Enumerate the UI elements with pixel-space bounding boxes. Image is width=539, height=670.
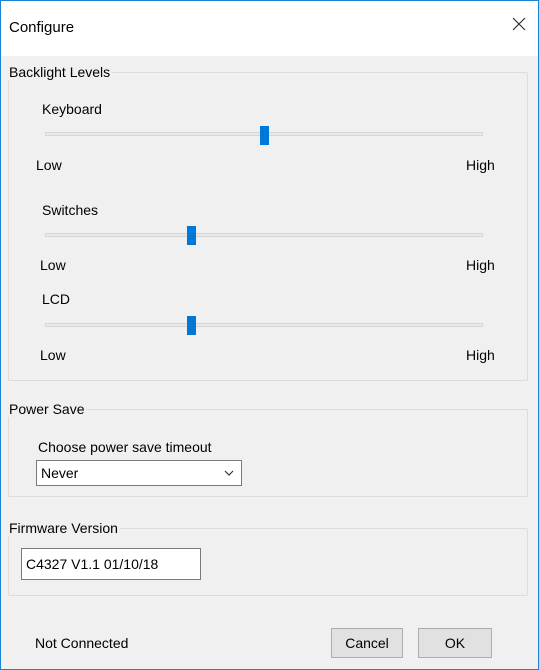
power-save-timeout-select[interactable]: Never bbox=[36, 460, 242, 486]
firmware-version-label: Firmware Version bbox=[7, 520, 120, 536]
lcd-high-label: High bbox=[466, 347, 495, 363]
title-bar: Configure bbox=[1, 1, 538, 56]
backlight-levels-label: Backlight Levels bbox=[7, 64, 113, 80]
keyboard-slider-thumb[interactable] bbox=[259, 126, 269, 145]
configure-dialog: Configure Backlight Levels Keyboard Low … bbox=[0, 0, 539, 670]
chevron-down-icon bbox=[224, 470, 234, 476]
firmware-version-value: C4327 V1.1 01/10/18 bbox=[26, 556, 159, 572]
keyboard-low-label: Low bbox=[36, 157, 62, 173]
close-button[interactable] bbox=[506, 11, 532, 37]
backlight-levels-group bbox=[8, 72, 528, 381]
connection-status: Not Connected bbox=[35, 635, 129, 651]
power-save-label: Power Save bbox=[7, 401, 87, 417]
window-title: Configure bbox=[9, 19, 75, 36]
lcd-low-label: Low bbox=[40, 347, 66, 363]
keyboard-high-label: High bbox=[466, 157, 495, 173]
lcd-slider-track[interactable] bbox=[45, 323, 483, 327]
lcd-label: LCD bbox=[42, 291, 71, 307]
switches-slider-thumb[interactable] bbox=[187, 226, 197, 245]
ok-button[interactable]: OK bbox=[418, 628, 492, 658]
cancel-button[interactable]: Cancel bbox=[331, 628, 403, 658]
switches-low-label: Low bbox=[40, 257, 66, 273]
switches-label: Switches bbox=[42, 202, 99, 218]
lcd-slider-thumb[interactable] bbox=[187, 316, 197, 335]
switches-high-label: High bbox=[466, 257, 495, 273]
keyboard-label: Keyboard bbox=[42, 101, 102, 117]
power-save-prompt: Choose power save timeout bbox=[38, 439, 212, 455]
switches-slider-track[interactable] bbox=[45, 233, 483, 237]
close-icon bbox=[512, 17, 526, 31]
power-save-selected-value: Never bbox=[41, 465, 79, 481]
firmware-version-field: C4327 V1.1 01/10/18 bbox=[21, 548, 201, 580]
